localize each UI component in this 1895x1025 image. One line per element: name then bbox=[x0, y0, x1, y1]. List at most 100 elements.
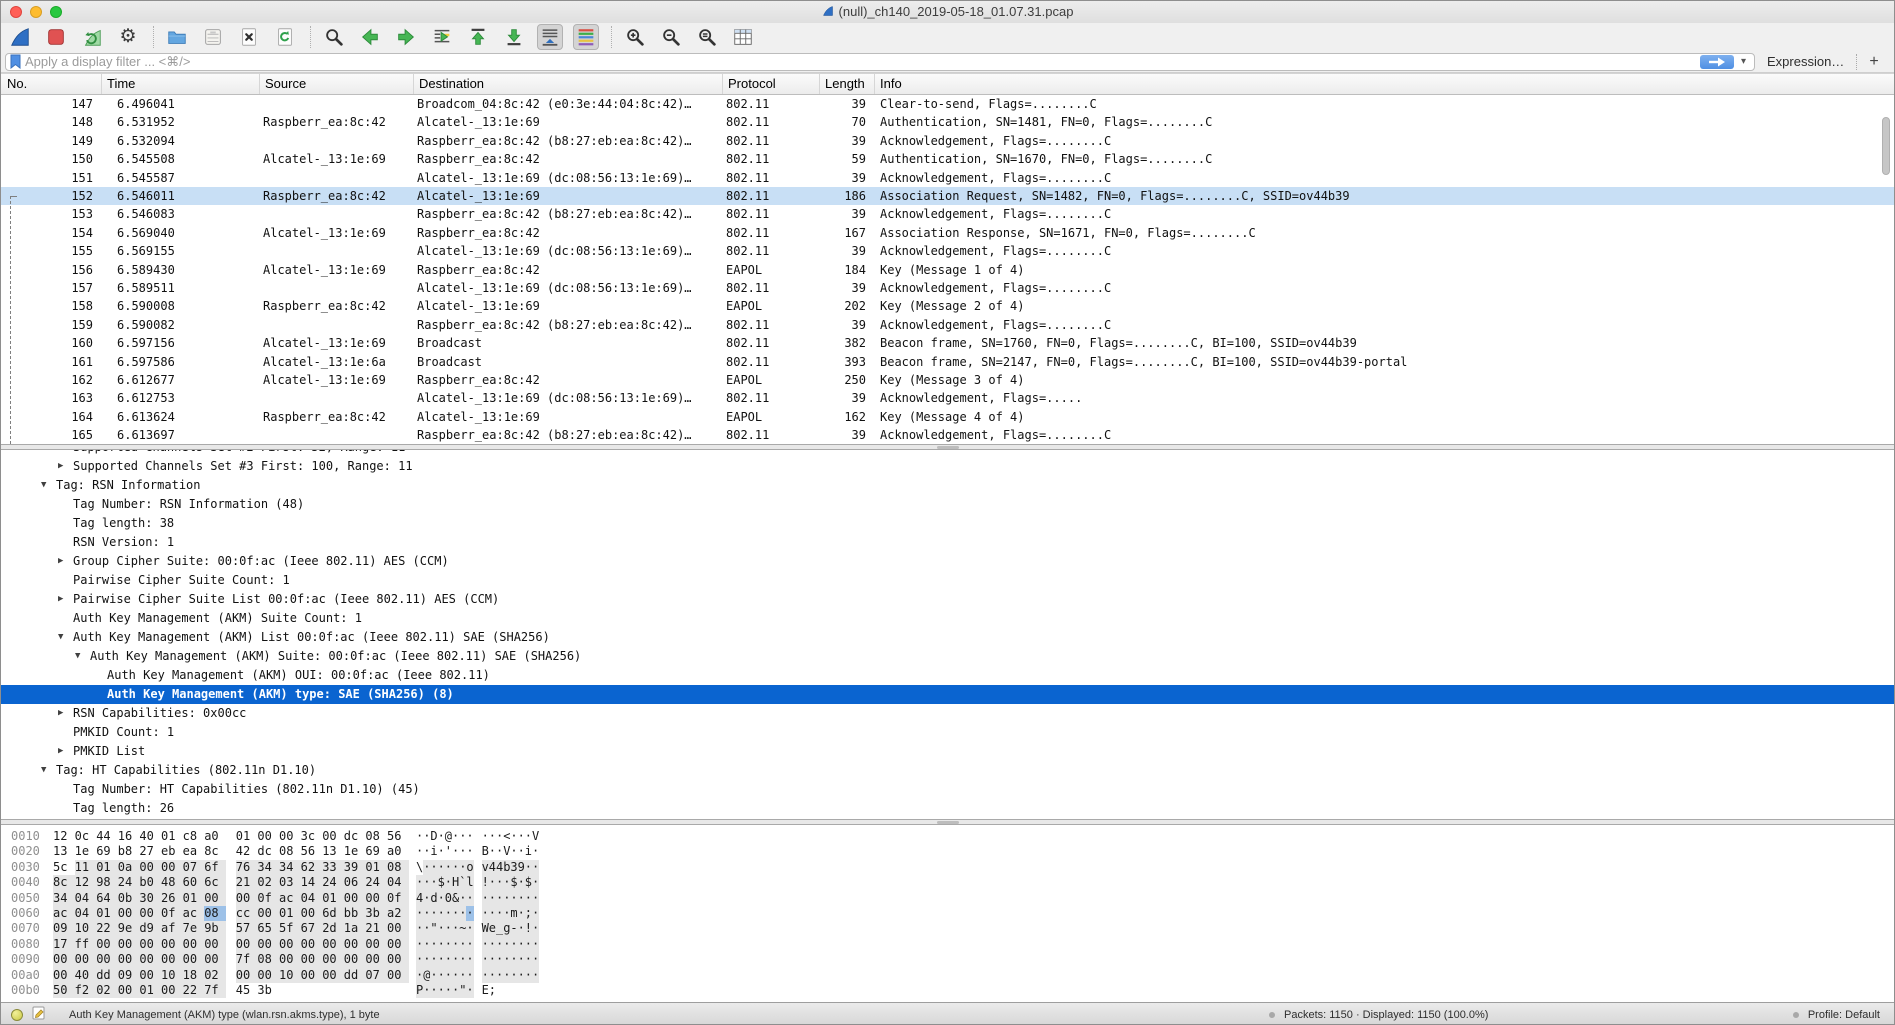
hex-byte[interactable]: 00 bbox=[322, 968, 344, 983]
restart-capture-icon[interactable] bbox=[79, 24, 105, 50]
hex-byte[interactable]: 21 bbox=[236, 875, 258, 890]
packet-row[interactable]: 1566.589430Alcatel-_13:1e:69Raspberr_ea:… bbox=[1, 261, 1894, 279]
save-file-icon[interactable] bbox=[200, 24, 226, 50]
tree-row[interactable]: PMKID Count: 1 bbox=[1, 723, 1894, 742]
hex-byte[interactable]: 00 bbox=[236, 891, 258, 906]
column-header-protocol[interactable]: Protocol bbox=[722, 74, 819, 94]
tree-row[interactable]: Tag Number: RSN Information (48) bbox=[1, 495, 1894, 514]
hex-byte[interactable]: 7f bbox=[236, 952, 258, 967]
ascii-char[interactable]: · bbox=[416, 968, 423, 983]
ascii-char[interactable]: · bbox=[525, 829, 532, 844]
hex-byte[interactable]: 9e bbox=[118, 921, 140, 936]
hex-byte[interactable]: 57 bbox=[236, 921, 258, 936]
hex-byte[interactable]: 24 bbox=[118, 875, 140, 890]
ascii-char[interactable]: · bbox=[532, 891, 539, 906]
tree-row[interactable]: Pairwise Cipher Suite Count: 1 bbox=[1, 571, 1894, 590]
ascii-char[interactable]: · bbox=[423, 829, 430, 844]
chevron-right-icon[interactable]: ▶ bbox=[58, 450, 63, 457]
ascii-char[interactable]: i bbox=[430, 844, 437, 859]
scrollbar-thumb[interactable] bbox=[1882, 117, 1890, 175]
packet-row[interactable]: 1516.545587Alcatel-_13:1e:69 (dc:08:56:1… bbox=[1, 169, 1894, 187]
hex-byte[interactable]: 08 bbox=[257, 952, 279, 967]
hex-row[interactable]: 009000000000000000007f08000000000000····… bbox=[1, 952, 1894, 967]
splitter-handle-icon[interactable] bbox=[937, 821, 959, 824]
ascii-char[interactable]: · bbox=[452, 906, 459, 921]
packet-row[interactable]: 1656.613697Raspberr_ea:8c:42 (b8:27:eb:e… bbox=[1, 426, 1894, 444]
capture-comment-icon[interactable] bbox=[32, 1006, 46, 1023]
ascii-char[interactable]: · bbox=[430, 937, 437, 952]
ascii-char[interactable]: · bbox=[445, 860, 452, 875]
ascii-char[interactable]: · bbox=[466, 906, 473, 921]
ascii-char[interactable]: E bbox=[482, 983, 489, 998]
hex-byte[interactable]: 00 bbox=[365, 952, 387, 967]
profile-button[interactable]: Profile: Default bbox=[1808, 1009, 1880, 1021]
ascii-char[interactable]: ! bbox=[482, 875, 489, 890]
ascii-char[interactable]: · bbox=[489, 829, 496, 844]
ascii-char[interactable]: · bbox=[466, 891, 473, 906]
hex-byte[interactable]: 1e bbox=[344, 844, 366, 859]
hex-byte[interactable]: 04 bbox=[387, 875, 409, 890]
ascii-char[interactable]: · bbox=[518, 875, 525, 890]
ascii-char[interactable]: · bbox=[518, 906, 525, 921]
hex-byte[interactable]: 14 bbox=[301, 875, 323, 890]
hex-byte[interactable]: 07 bbox=[365, 968, 387, 983]
hex-byte[interactable]: 34 bbox=[257, 860, 279, 875]
ascii-char[interactable]: v bbox=[482, 860, 489, 875]
expression-button[interactable]: Expression… bbox=[1767, 54, 1844, 69]
hex-byte[interactable]: 65 bbox=[257, 921, 279, 936]
chevron-right-icon[interactable]: ▶ bbox=[58, 457, 63, 476]
ascii-char[interactable]: < bbox=[503, 829, 510, 844]
ascii-char[interactable]: · bbox=[503, 937, 510, 952]
ascii-char[interactable]: $ bbox=[438, 875, 445, 890]
ascii-char[interactable]: V bbox=[503, 844, 510, 859]
ascii-char[interactable]: · bbox=[459, 968, 466, 983]
ascii-char[interactable]: · bbox=[416, 844, 423, 859]
tree-row[interactable]: ▼Tag: HT Capabilities (802.11n D1.10) bbox=[1, 761, 1894, 780]
ascii-char[interactable]: V bbox=[532, 829, 539, 844]
hex-byte[interactable]: 0f bbox=[387, 891, 409, 906]
hex-row[interactable]: 00b050f202000100227f453bP·····"·E; bbox=[1, 983, 1894, 998]
hex-byte[interactable]: 48 bbox=[161, 875, 183, 890]
hex-byte[interactable]: 00 bbox=[257, 937, 279, 952]
ascii-char[interactable]: · bbox=[482, 952, 489, 967]
ascii-char[interactable]: ` bbox=[459, 875, 466, 890]
ascii-char[interactable]: · bbox=[430, 968, 437, 983]
ascii-char[interactable]: · bbox=[423, 952, 430, 967]
hex-byte[interactable]: 16 bbox=[118, 829, 140, 844]
ascii-char[interactable]: · bbox=[532, 968, 539, 983]
hex-row[interactable]: 00305c11010a0000076f7634346233390108\···… bbox=[1, 860, 1894, 875]
hex-byte[interactable]: 00 bbox=[161, 952, 183, 967]
hex-byte[interactable]: 00 bbox=[53, 968, 75, 983]
hex-byte[interactable]: 00 bbox=[301, 906, 323, 921]
ascii-char[interactable]: · bbox=[438, 968, 445, 983]
ascii-char[interactable]: · bbox=[482, 829, 489, 844]
hex-byte[interactable]: 00 bbox=[204, 891, 226, 906]
ascii-char[interactable]: 4 bbox=[496, 860, 503, 875]
hex-byte[interactable]: 13 bbox=[53, 844, 75, 859]
hex-byte[interactable]: 04 bbox=[75, 891, 97, 906]
ascii-char[interactable]: · bbox=[416, 921, 423, 936]
hex-byte[interactable]: 50 bbox=[53, 983, 75, 998]
ascii-char[interactable]: ; bbox=[489, 983, 496, 998]
ascii-char[interactable]: · bbox=[503, 891, 510, 906]
hex-byte[interactable]: 18 bbox=[183, 968, 205, 983]
hex-byte[interactable]: 0f bbox=[161, 906, 183, 921]
hex-byte[interactable]: 42 bbox=[236, 844, 258, 859]
ascii-char[interactable]: · bbox=[452, 983, 459, 998]
hex-byte[interactable]: 39 bbox=[344, 860, 366, 875]
splitter-handle-icon[interactable] bbox=[937, 446, 959, 449]
hex-row[interactable]: 008017ff0000000000000000000000000000····… bbox=[1, 937, 1894, 952]
ascii-char[interactable]: · bbox=[445, 921, 452, 936]
ascii-char[interactable]: · bbox=[503, 875, 510, 890]
hex-byte[interactable]: 9b bbox=[204, 921, 226, 936]
filter-bookmark-icon[interactable] bbox=[10, 54, 21, 69]
tree-row[interactable]: Tag Number: HT Capabilities (802.11n D1.… bbox=[1, 780, 1894, 799]
ascii-char[interactable]: · bbox=[438, 891, 445, 906]
hex-byte[interactable]: 03 bbox=[279, 875, 301, 890]
ascii-char[interactable]: · bbox=[503, 968, 510, 983]
hex-byte[interactable]: 76 bbox=[236, 860, 258, 875]
hex-byte[interactable]: dd bbox=[344, 968, 366, 983]
hex-byte[interactable]: 8c bbox=[204, 844, 226, 859]
hex-byte[interactable]: 64 bbox=[96, 891, 118, 906]
hex-byte[interactable]: 00 bbox=[96, 952, 118, 967]
